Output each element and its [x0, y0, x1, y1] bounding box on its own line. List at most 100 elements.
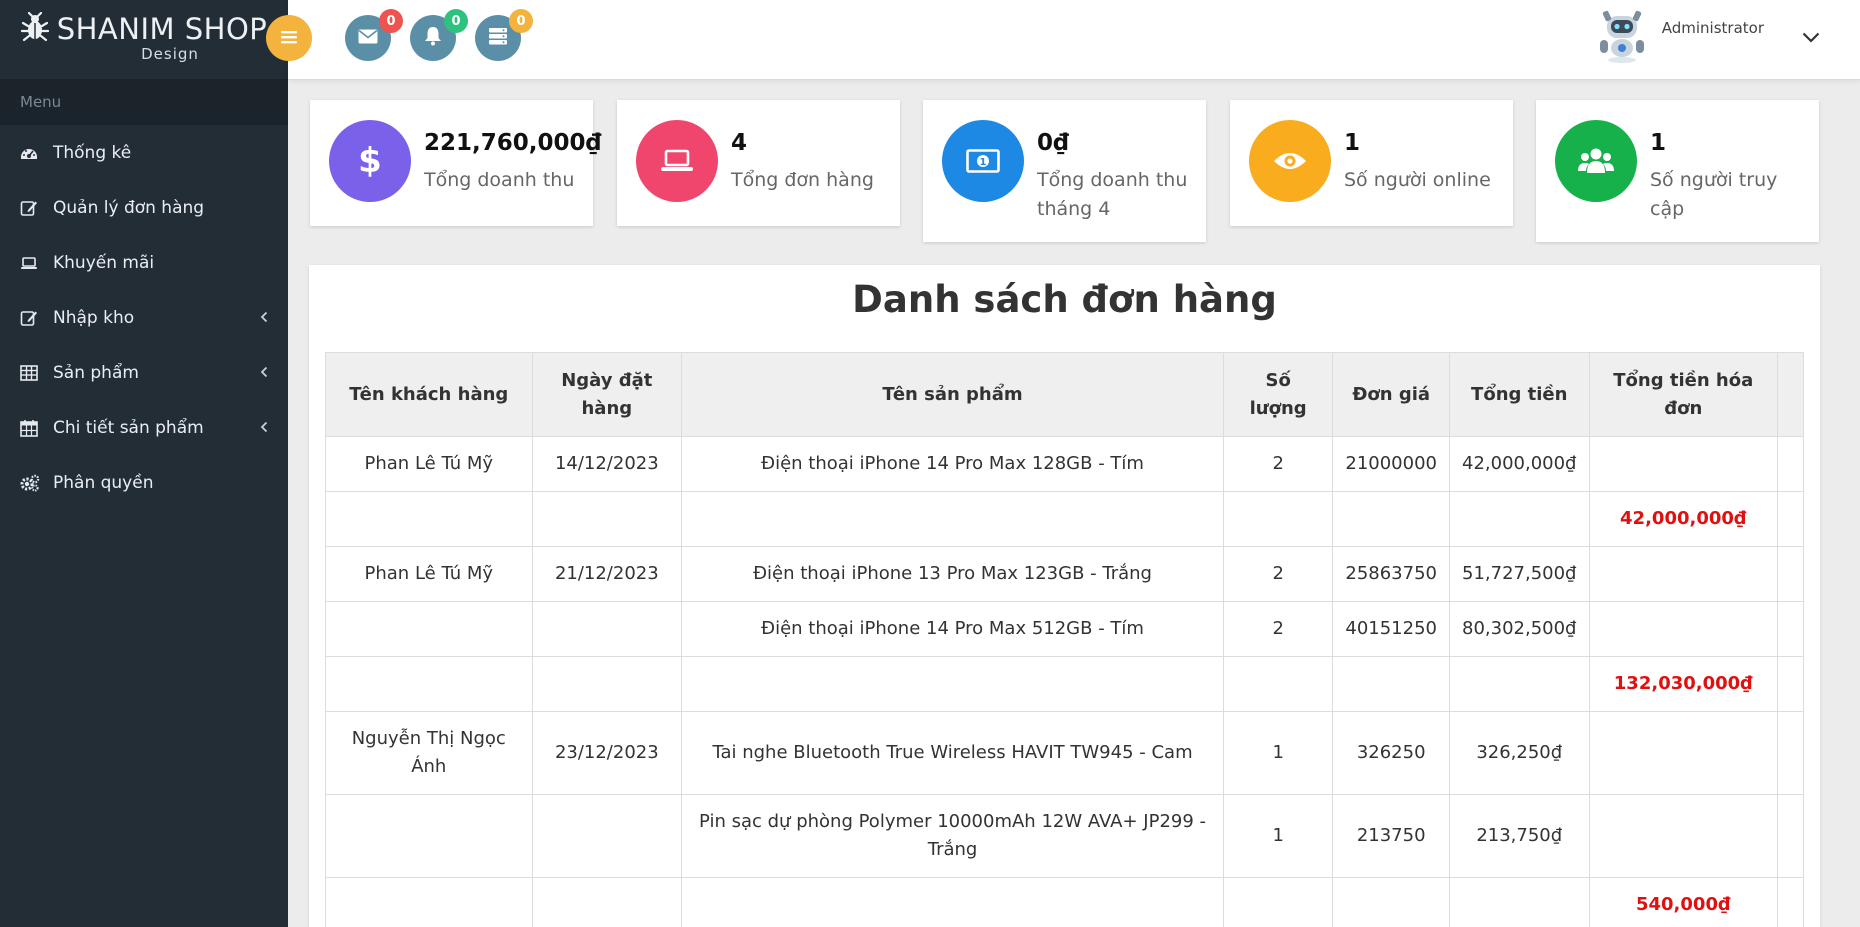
sidebar-item-label: Sản phẩm — [53, 362, 139, 383]
column-header: Đơn giá — [1332, 352, 1450, 437]
table-row: 540,000₫ — [325, 877, 1805, 927]
sidebar-item-chi-tiet-san-pham[interactable]: Chi tiết sản phẩm — [0, 400, 288, 455]
sidebar-item-thong-ke[interactable]: Thống kê — [0, 125, 288, 180]
svg-text:1: 1 — [980, 157, 987, 168]
sidebar-item-label: Quản lý đơn hàng — [53, 197, 205, 218]
cell-price: 326250 — [1332, 711, 1450, 795]
stat-value: 0₫ — [1037, 130, 1070, 156]
table-row: Nguyễn Thị Ngọc Ánh 23/12/2023 Tai nghe … — [325, 711, 1805, 795]
dollar-icon: $ — [329, 120, 411, 202]
table-row: 42,000,000₫ — [325, 491, 1805, 547]
column-header: Ngày đặt hàng — [531, 352, 683, 437]
table-row: Điện thoại iPhone 14 Pro Max 512GB - Tím… — [325, 601, 1805, 657]
cell-product — [681, 877, 1224, 927]
cell-spacer — [1776, 546, 1805, 602]
table-row: 132,030,000₫ — [325, 656, 1805, 712]
column-header: Tên khách hàng — [325, 352, 533, 437]
stat-label: Số người truy cập — [1650, 169, 1778, 220]
stat-value: 1 — [1650, 130, 1667, 156]
stat-visitors: 1 Số người truy cập — [1536, 100, 1819, 242]
notifications-button[interactable]: 0 — [410, 9, 468, 61]
cell-price: 21000000 — [1332, 436, 1450, 492]
brand-title: SHANIM SHOP — [56, 12, 268, 46]
cell-invoice-total — [1588, 711, 1778, 795]
column-header: Số lượng — [1222, 352, 1334, 437]
sidebar-item-nhap-kho[interactable]: Nhập kho — [0, 290, 288, 345]
cell-price — [1332, 491, 1450, 547]
cell-qty: 2 — [1222, 601, 1334, 657]
cell-product: Pin sạc dự phòng Polymer 10000mAh 12W AV… — [681, 794, 1224, 878]
cell-spacer — [1776, 711, 1805, 795]
cell-price — [1332, 656, 1450, 712]
cell-product: Tai nghe Bluetooth True Wireless HAVIT T… — [681, 711, 1224, 795]
cell-customer — [325, 491, 533, 547]
stat-label: Tổng doanh thu tháng 4 — [1037, 169, 1188, 220]
cell-total: 51,727,500₫ — [1449, 546, 1590, 602]
chevron-left-icon — [260, 418, 268, 438]
cell-date — [531, 656, 683, 712]
cell-price: 213750 — [1332, 794, 1450, 878]
page-title: Danh sách đơn hàng — [852, 278, 1277, 321]
stat-total-revenue: $ 221,760,000₫ Tổng doanh thu — [310, 100, 602, 226]
cell-qty: 2 — [1222, 546, 1334, 602]
sidebar-item-khuyen-mai[interactable]: Khuyến mãi — [0, 235, 288, 290]
orders-table: Tên khách hàng Ngày đặt hàng Tên sản phẩ… — [325, 352, 1805, 927]
cell-product: Điện thoại iPhone 13 Pro Max 123GB - Trắ… — [681, 546, 1224, 602]
orders-panel: Danh sách đơn hàng Tên khách hàng Ngày đ… — [309, 265, 1820, 927]
cell-product — [681, 491, 1224, 547]
sidebar-item-phan-quyen[interactable]: Phân quyền — [0, 455, 288, 510]
cell-spacer — [1776, 491, 1805, 547]
stat-value: 221,760,000₫ — [424, 130, 602, 156]
messages-button[interactable]: 0 — [345, 9, 403, 61]
eye-icon — [1249, 120, 1331, 202]
edit-icon — [20, 309, 53, 327]
cell-product: Điện thoại iPhone 14 Pro Max 128GB - Tím — [681, 436, 1224, 492]
user-menu[interactable]: Administrator — [1594, 10, 1820, 64]
cell-customer: Nguyễn Thị Ngọc Ánh — [325, 711, 533, 795]
cell-total: 42,000,000₫ — [1449, 436, 1590, 492]
chevron-down-icon[interactable] — [1802, 28, 1820, 47]
avatar — [1594, 10, 1650, 64]
svg-text:$: $ — [358, 142, 382, 180]
stat-label: Tổng doanh thu — [424, 169, 575, 191]
cell-qty: 1 — [1222, 794, 1334, 878]
column-header: Tổng tiền — [1449, 352, 1590, 437]
column-header-spacer — [1776, 352, 1805, 437]
cell-date: 23/12/2023 — [531, 711, 683, 795]
sidebar-item-label: Nhập kho — [53, 307, 135, 328]
stat-value: 1 — [1344, 130, 1361, 156]
brand[interactable]: SHANIM SHOP Design — [0, 0, 288, 79]
bell-icon — [424, 26, 442, 50]
cell-product — [681, 656, 1224, 712]
cell-total — [1449, 656, 1590, 712]
sidebar: SHANIM SHOP Design Menu Thống kê Quản lý… — [0, 0, 288, 927]
cell-customer: Phan Lê Tú Mỹ — [325, 546, 533, 602]
cell-customer: Phan Lê Tú Mỹ — [325, 436, 533, 492]
cell-date: 14/12/2023 — [531, 436, 683, 492]
table-row: Pin sạc dự phòng Polymer 10000mAh 12W AV… — [325, 794, 1805, 878]
cell-date — [531, 877, 683, 927]
tasks-badge: 0 — [509, 9, 533, 33]
cell-qty — [1222, 656, 1334, 712]
cell-spacer — [1776, 436, 1805, 492]
cell-invoice-total — [1588, 546, 1778, 602]
laptop-icon — [636, 120, 718, 202]
cell-invoice-total: 42,000,000₫ — [1588, 491, 1778, 547]
tasks-button[interactable]: 0 — [475, 9, 533, 61]
money-icon: 1 — [942, 120, 1024, 202]
cell-customer — [325, 601, 533, 657]
tasks-icon — [488, 27, 508, 49]
brand-subtitle: Design — [141, 45, 199, 63]
cell-qty — [1222, 491, 1334, 547]
column-header: Tên sản phẩm — [681, 352, 1224, 437]
sidebar-item-label: Thống kê — [53, 142, 132, 163]
stat-total-orders: 4 Tổng đơn hàng — [617, 100, 900, 226]
menu-toggle-button[interactable] — [266, 15, 312, 61]
sidebar-item-quan-ly-don-hang[interactable]: Quản lý đơn hàng — [0, 180, 288, 235]
cell-spacer — [1776, 656, 1805, 712]
cell-total — [1449, 491, 1590, 547]
cell-total: 80,302,500₫ — [1449, 601, 1590, 657]
table-header-row: Tên khách hàng Ngày đặt hàng Tên sản phẩ… — [325, 352, 1805, 437]
sidebar-item-san-pham[interactable]: Sản phẩm — [0, 345, 288, 400]
cell-date — [531, 491, 683, 547]
